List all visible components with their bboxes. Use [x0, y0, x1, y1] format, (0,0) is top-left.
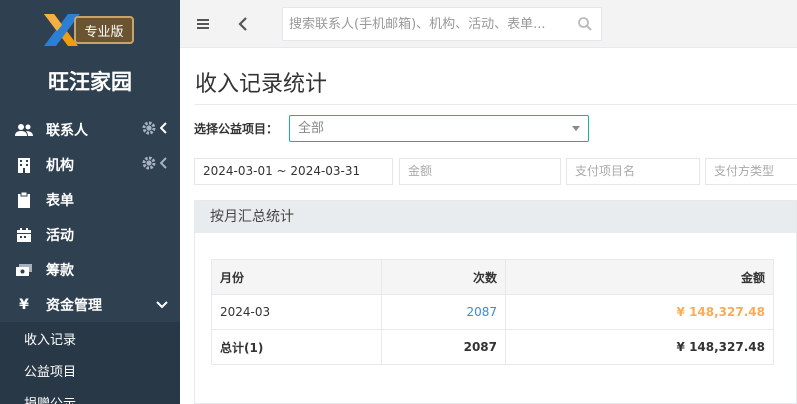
search-input[interactable] [283, 8, 563, 40]
cell-count-link[interactable]: 2087 [381, 294, 506, 330]
sidebar: 专业版 旺汪家园 联系人 机构 表单 活动 筹款 ¥ 资金管理 收入记录 公益项… [0, 0, 180, 404]
table-total-row: 总计(1) 2087 ¥ 148,327.48 [211, 329, 774, 365]
sidebar-item-label: 机构 [46, 157, 74, 174]
total-count: 2087 [381, 329, 506, 365]
sidebar-item-finance[interactable]: ¥ 资金管理 [0, 287, 180, 322]
chevron-left-icon[interactable] [234, 14, 254, 34]
calendar-icon [14, 227, 34, 243]
site-name: 旺汪家园 [48, 70, 132, 94]
logo[interactable]: 专业版 [0, 0, 180, 56]
sidebar-nav: 联系人 机构 表单 活动 筹款 ¥ 资金管理 收入记录 公益项目 捐赠公示 [0, 112, 180, 404]
sidebar-item-label: 活动 [46, 227, 74, 244]
header-month: 月份 [211, 259, 382, 295]
main-content: 收入记录统计 选择公益项目： 全部 2024-03-01 ~ 2024-03-3… [180, 48, 797, 404]
header-count: 次数 [381, 259, 506, 295]
panel-title: 按月汇总统计 [195, 201, 796, 233]
sidebar-item-label: 联系人 [46, 122, 88, 139]
project-select-value: 全部 [298, 121, 325, 136]
project-select[interactable]: 全部 [289, 115, 589, 142]
money-icon [14, 262, 34, 278]
clipboard-icon [14, 191, 34, 208]
date-range-input[interactable]: 2024-03-01 ~ 2024-03-31 [194, 158, 393, 185]
cell-amount: ¥ 148,327.48 [505, 294, 774, 330]
divider [195, 104, 797, 105]
finance-submenu: 收入记录 公益项目 捐赠公示 [0, 322, 180, 404]
cell-month: 2024-03 [211, 294, 382, 330]
project-filter-label: 选择公益项目： [194, 122, 279, 136]
sidebar-item-events[interactable]: 活动 [0, 217, 180, 252]
table-header-row: 月份 次数 金额 [211, 259, 774, 295]
sidebar-item-label: 资金管理 [46, 297, 102, 314]
search-icon[interactable] [577, 16, 593, 32]
users-icon [14, 122, 34, 138]
caret-down-icon [572, 126, 580, 131]
monthly-summary-panel: 按月汇总统计 月份 次数 金额 2024-03 2087 ¥ 148,327.4… [194, 200, 797, 404]
search-box [282, 7, 602, 41]
sidebar-subitem-charity-projects[interactable]: 公益项目 [0, 354, 180, 386]
pro-badge: 专业版 [74, 16, 134, 44]
total-amount: ¥ 148,327.48 [505, 329, 774, 365]
topbar [180, 0, 797, 48]
table-row: 2024-03 2087 ¥ 148,327.48 [211, 294, 774, 330]
chevron-left-icon [159, 121, 168, 138]
sidebar-item-label: 表单 [46, 192, 74, 209]
sidebar-item-contacts[interactable]: 联系人 [0, 112, 180, 147]
summary-table: 月份 次数 金额 2024-03 2087 ¥ 148,327.48 总计(1)… [211, 259, 774, 365]
header-amount: 金额 [505, 259, 774, 295]
payment-item-input[interactable]: 支付项目名 [566, 158, 700, 185]
sidebar-item-fundraising[interactable]: 筹款 [0, 252, 180, 287]
total-label: 总计(1) [211, 329, 382, 365]
menu-icon[interactable] [194, 14, 214, 34]
amount-input[interactable]: 金额 [399, 158, 561, 185]
sidebar-item-label: 筹款 [46, 262, 74, 279]
chevron-left-icon [159, 156, 168, 173]
sidebar-subitem-income-records[interactable]: 收入记录 [0, 322, 180, 354]
payer-type-input[interactable]: 支付方类型 [705, 158, 797, 185]
sidebar-subitem-donation-disclosure[interactable]: 捐赠公示 [0, 386, 180, 404]
sidebar-item-organizations[interactable]: 机构 [0, 147, 180, 182]
gear-icon[interactable] [142, 121, 156, 139]
sidebar-item-forms[interactable]: 表单 [0, 182, 180, 217]
building-icon [14, 157, 34, 173]
yen-icon: ¥ [19, 296, 29, 313]
gear-icon[interactable] [142, 156, 156, 174]
page-title: 收入记录统计 [195, 72, 328, 97]
chevron-down-icon [156, 297, 168, 313]
